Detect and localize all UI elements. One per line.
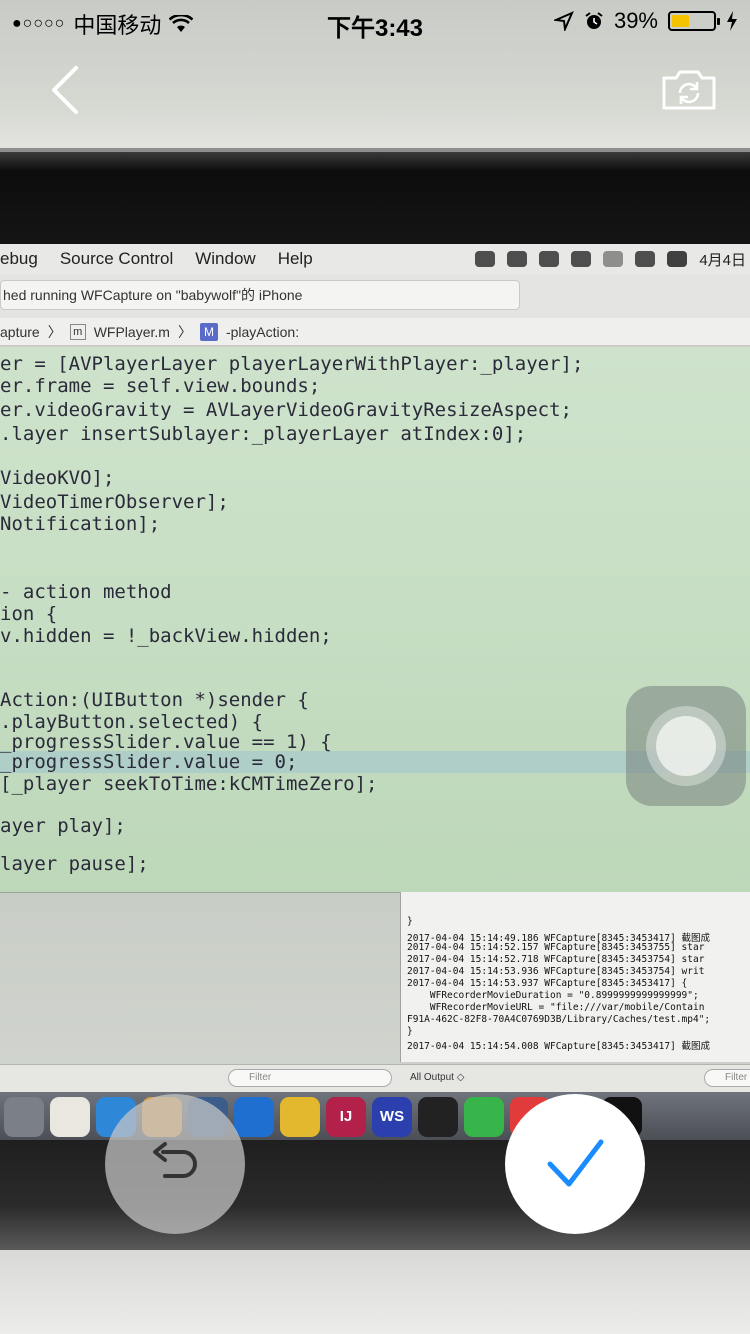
all-output-selector: All Output ◇ [410, 1072, 465, 1083]
menu-help: Help [277, 249, 313, 268]
confirm-button[interactable] [505, 1094, 645, 1234]
alarm-icon [585, 12, 603, 29]
sync-tray-icon [571, 251, 592, 267]
assistive-touch-button[interactable] [626, 686, 746, 806]
unity-icon [418, 1097, 458, 1137]
menu-source-control: Source Control [59, 249, 174, 268]
camera-switch-icon [662, 70, 716, 110]
location-icon [553, 11, 574, 31]
log-line: 2017-04-04 15:14:53.937 WFCapture[8345:3… [407, 978, 688, 989]
xcode-jumpbar: apture 〉 m WFPlayer.m 〉 M -playAction: [0, 318, 750, 346]
ios-status-bar: ●○○○○ 中国移动 下午3:43 39% [0, 0, 750, 42]
log-line: 2017-04-04 15:14:52.157 WFCapture[8345:3… [407, 942, 705, 953]
textedit-icon [50, 1097, 90, 1137]
menubar-date: 4月4日 [699, 251, 746, 269]
code-line: VideoTimerObserver]; [0, 491, 229, 513]
log-line: WFRecorderMovieURL = "file:///var/mobile… [407, 1002, 705, 1013]
variables-panel [0, 892, 400, 1092]
checkmark-icon [547, 1139, 604, 1187]
code-line: Notification]; [0, 513, 161, 535]
menu-debug: ebug [0, 249, 38, 268]
code-line: er = [AVPlayerLayer playerLayerWithPlaye… [0, 353, 584, 375]
console-output: } 2017-04-04 15:14:49.186 WFCapture[8345… [400, 892, 750, 1062]
jumpbar-project: apture [0, 323, 40, 340]
volume-tray-icon [603, 251, 624, 267]
charging-icon [727, 11, 737, 31]
mac-menubar: ebug Source Control Window Help 4月4日 [0, 244, 750, 274]
retake-button[interactable] [105, 1094, 245, 1234]
code-editor: er = [AVPlayerLayer playerLayerWithPlaye… [0, 347, 750, 892]
log-line: 2017-04-04 15:14:54.008 WFCapture[8345:3… [407, 1041, 711, 1052]
filter-label: Filter [725, 1072, 748, 1083]
code-line: er.videoGravity = AVLayerVideoGravityRes… [0, 399, 572, 421]
code-line: [_player seekToTime:kCMTimeZero]; [0, 773, 378, 795]
menubar-tray: 4月4日 [475, 244, 750, 274]
input-method-icon [667, 251, 688, 267]
code-line: v.hidden = !_backView.hidden; [0, 625, 332, 647]
log-line: 2017-04-04 15:14:53.936 WFCapture[8345:3… [407, 966, 705, 977]
code-line: .layer insertSublayer:_playerLayer atInd… [0, 423, 527, 445]
variables-filter: Filter [228, 1069, 392, 1087]
log-line: } [407, 1026, 413, 1037]
laptop-bezel [0, 152, 750, 247]
switch-camera-button[interactable] [660, 66, 718, 112]
menu-window: Window [195, 249, 256, 268]
code-line: .playButton.selected) { [0, 711, 264, 733]
jumpbar-method: -playAction: [225, 323, 300, 340]
filter-label: Filter [249, 1072, 272, 1083]
code-line: ion { [0, 603, 58, 625]
code-line: VideoKVO]; [0, 467, 115, 489]
method-icon: M [199, 322, 218, 341]
file-m-icon: m [69, 323, 86, 340]
wechat-tray-icon [475, 251, 496, 267]
system-prefs-icon [4, 1097, 44, 1137]
battery-tray-icon [635, 251, 656, 267]
code-line: Action:(UIButton *)sender { [0, 689, 309, 711]
qq-tray-icon [507, 251, 528, 267]
undo-icon [153, 1142, 197, 1178]
jumpbar-file: WFPlayer.m [93, 323, 170, 340]
code-line: er.frame = self.view.bounds; [0, 375, 321, 397]
back-button[interactable] [40, 60, 96, 120]
log-line: 2017-04-04 15:14:52.718 WFCapture[8345:3… [407, 954, 705, 965]
code-line: _progressSlider.value == 1) { [0, 731, 332, 753]
battery-percent: 39% [613, 8, 658, 33]
code-line: ayer play]; [0, 815, 126, 837]
log-line: WFRecorderMovieDuration = "0.89999999999… [407, 990, 699, 1001]
chevron-left-icon [52, 66, 78, 114]
battery-icon [668, 11, 720, 31]
paw-icon [280, 1097, 320, 1137]
log-line: F91A-462C-82F8-70A4C0769D3B/Library/Cach… [407, 1014, 711, 1025]
console-filter: Filter [704, 1069, 750, 1087]
docker-tray-icon [539, 251, 560, 267]
code-line: layer pause]; [0, 853, 149, 875]
code-line: - action method [0, 581, 172, 603]
webstorm-icon: WS [372, 1097, 412, 1137]
code-line: _progressSlider.value = 0; [0, 751, 298, 773]
chevron-right-icon: 〉 [177, 323, 192, 340]
battery-level [672, 15, 689, 27]
chevron-right-icon: 〉 [47, 323, 62, 340]
desk-surface [0, 1250, 750, 1334]
xcode-status-message: hed running WFCapture on "babywolf"的 iPh… [0, 280, 520, 310]
intellij-icon: IJ [326, 1097, 366, 1137]
wechat-icon [464, 1097, 504, 1137]
log-line: } [407, 916, 413, 927]
